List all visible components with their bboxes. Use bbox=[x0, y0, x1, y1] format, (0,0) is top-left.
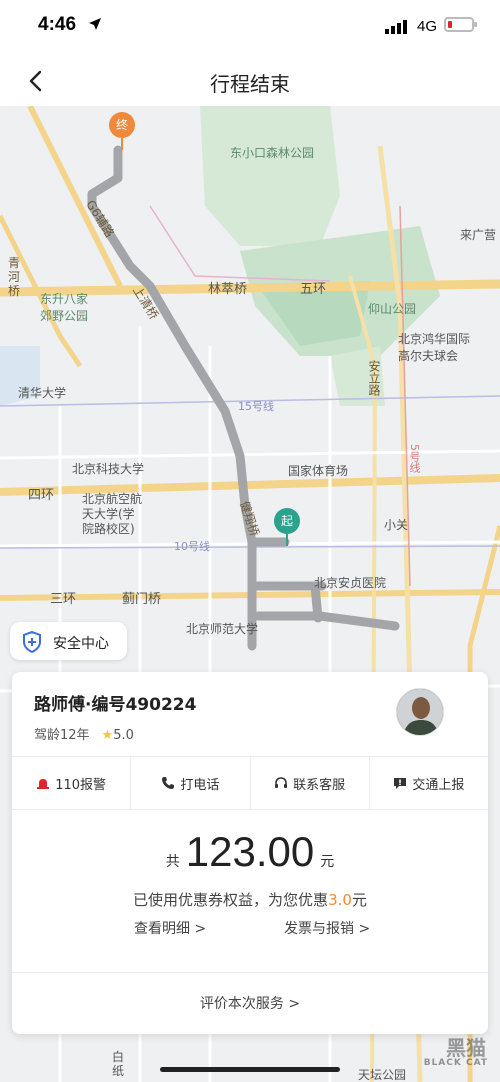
fare-amount: 123.00 bbox=[185, 828, 315, 875]
map-label-fourth-ring: 四环 bbox=[28, 488, 55, 503]
map-label-ustb: 北京科技大学 bbox=[72, 462, 145, 476]
signal-icon bbox=[385, 20, 407, 34]
call-button[interactable]: 打电话 bbox=[131, 757, 251, 809]
map-label-jimen-bridge: 蓟门桥 bbox=[122, 592, 162, 607]
map-label-forest-park: 东小口森林公园 bbox=[230, 146, 315, 160]
safety-center-button[interactable]: 安全中心 bbox=[10, 622, 127, 660]
end-pin[interactable]: 终 bbox=[109, 112, 135, 138]
map-label-line5: 5号线 bbox=[408, 444, 421, 473]
report-icon bbox=[394, 778, 407, 789]
watermark-sub: BLACK CAT bbox=[423, 1058, 488, 1068]
nav-bar: 行程结束 bbox=[0, 56, 500, 106]
coupon-value: 3.0 bbox=[328, 891, 352, 909]
call-label: 打电话 bbox=[180, 777, 220, 793]
coupon-text: 已使用优惠券权益，为您优惠 bbox=[133, 891, 329, 909]
customer-service-button[interactable]: 联系客服 bbox=[251, 757, 370, 809]
trip-summary-card: 路师傅·编号490224 驾龄12年 ★5.0 110报警 打电话 联系客服 交通… bbox=[12, 672, 488, 1034]
map-label-third-ring: 三环 bbox=[50, 592, 77, 607]
safety-center-label: 安全中心 bbox=[53, 636, 109, 652]
map-label-anli: 安立路 bbox=[367, 360, 381, 396]
traffic-report-button[interactable]: 交通上报 bbox=[370, 757, 488, 809]
driver-meta: 驾龄12年 ★5.0 bbox=[34, 724, 134, 743]
map-label-line15: 15号线 bbox=[238, 400, 274, 413]
location-arrow-icon bbox=[89, 18, 101, 30]
map-label-baizhi: 白 纸 bbox=[112, 1050, 125, 1078]
watermark-title: 黑猫 bbox=[446, 1036, 486, 1060]
fare-total: 共 123.00 元 bbox=[12, 828, 488, 876]
driver-years: 驾龄12年 bbox=[34, 728, 90, 743]
map-label-honghua-golf: 北京鸿华国际 高尔夫球会 bbox=[398, 332, 471, 363]
map-label-fifth-ring: 五环 bbox=[300, 282, 327, 297]
map-label-tsinghua: 清华大学 bbox=[18, 386, 67, 400]
end-pin-stem bbox=[121, 138, 123, 150]
start-pin[interactable]: 起 bbox=[274, 508, 300, 534]
traffic-report-label: 交通上报 bbox=[412, 777, 465, 793]
rate-service-button[interactable]: 评价本次服务 > bbox=[12, 972, 488, 1034]
home-indicator[interactable] bbox=[160, 1067, 340, 1072]
map-label-laiguangying: 来广营 bbox=[460, 228, 497, 242]
action-bar: 110报警 打电话 联系客服 交通上报 bbox=[12, 756, 488, 810]
phone-icon bbox=[162, 777, 175, 789]
map-label-xiaoguan: 小关 bbox=[384, 518, 409, 532]
customer-service-label: 联系客服 bbox=[293, 777, 346, 793]
map-label-lincui-bridge: 林萃桥 bbox=[208, 282, 248, 297]
alarm-110-button[interactable]: 110报警 bbox=[12, 757, 132, 809]
fare-prefix: 共 bbox=[165, 854, 180, 870]
headset-icon bbox=[275, 777, 288, 788]
map-label-buaa: 北京航空航 天大学(学 院路校区) bbox=[82, 492, 143, 536]
battery-icon bbox=[444, 17, 477, 32]
start-pin-stem bbox=[286, 534, 288, 546]
map-label-national-stadium: 国家体育场 bbox=[288, 464, 349, 478]
avatar-image bbox=[397, 689, 443, 735]
page-title: 行程结束 bbox=[210, 72, 290, 96]
invoice-link[interactable]: 发票与报销 > bbox=[284, 918, 370, 938]
driver-name: 路师傅·编号490224 bbox=[34, 695, 197, 715]
view-details-link[interactable]: 查看明细 > bbox=[134, 918, 206, 938]
siren-icon bbox=[37, 779, 50, 789]
map-label-yangshan-park: 仰山公园 bbox=[368, 302, 417, 316]
star-icon: ★ bbox=[101, 728, 114, 743]
map-label-line10: 10号线 bbox=[174, 540, 210, 553]
coupon-info: 已使用优惠券权益，为您优惠3.0元 bbox=[12, 889, 488, 910]
map-label-dongsheng-park: 东升八家 郊野公园 bbox=[40, 292, 89, 323]
map-label-qingheqiao: 青 河 桥 bbox=[8, 256, 21, 298]
shield-icon bbox=[23, 631, 41, 653]
alarm-110-label: 110报警 bbox=[55, 777, 107, 793]
map-label-anzhen: 北京安贞医院 bbox=[314, 576, 387, 590]
network-type: 4G bbox=[416, 18, 437, 35]
coupon-unit: 元 bbox=[351, 891, 367, 909]
map-label-tiantan: 天坛公园 bbox=[358, 1068, 407, 1082]
map-label-bnu: 北京师范大学 bbox=[186, 622, 259, 636]
driver-avatar[interactable] bbox=[396, 688, 444, 736]
fare-unit: 元 bbox=[320, 854, 335, 870]
driver-rating: 5.0 bbox=[113, 728, 134, 743]
status-time: 4:46 bbox=[38, 14, 77, 35]
watermark-logo: 黑猫 BLACK CAT bbox=[404, 1032, 494, 1076]
status-bar: 4:46 4G bbox=[0, 0, 500, 56]
